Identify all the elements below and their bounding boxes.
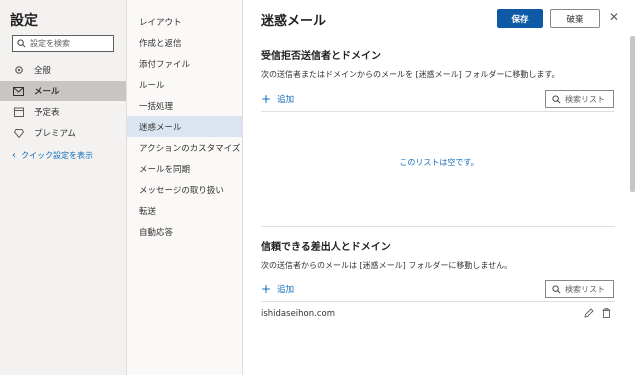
safe-sender-entry: ishidaseihon.com [261,309,335,319]
nav-calendar-label: 予定表 [34,108,60,118]
close-icon[interactable]: ✕ [609,10,619,24]
safe-senders-heading: 信頼できる差出人とドメイン [261,242,391,253]
search-icon [552,94,561,103]
menu-item-rules[interactable]: ルール [127,74,242,95]
quick-settings-label: クイック設定を表示 [21,151,93,160]
safe-add-button[interactable]: + 追加 [261,283,294,295]
divider [261,111,615,112]
settings-pane: 設定 設定を検索 全般 メール 予定表 プレミアム ‹ クイック設定を表示 [0,0,127,375]
nav-premium-label: プレミアム [34,129,76,139]
edit-icon[interactable] [584,307,594,321]
plus-icon: + [261,92,272,106]
safe-search-list[interactable]: 検索リスト [545,280,614,298]
menu-item-label: 添付ファイル [139,59,191,70]
nav-mail[interactable]: メール [0,81,126,101]
menu-item-label: 迷惑メール [139,122,182,133]
divider [261,301,615,302]
blocked-add-button[interactable]: + 追加 [261,93,294,105]
nav-premium[interactable]: プレミアム [0,123,126,143]
diamond-icon [12,128,25,138]
search-icon [552,284,561,293]
mail-settings-menu: レイアウト 作成と返信 添付ファイル ルール 一括処理 迷惑メール アクションの… [127,0,243,375]
menu-item-sweep[interactable]: 一括処理 [127,95,242,116]
mail-icon [12,86,25,96]
menu-item-label: メッセージの取り扱い [139,185,224,196]
blocked-senders-description: 次の送信者またはドメインからのメールを [迷惑メール] フォルダーに移動します。 [261,70,560,79]
menu-item-attachments[interactable]: 添付ファイル [127,53,242,74]
add-label: 追加 [277,285,295,295]
quick-settings-link[interactable]: ‹ クイック設定を表示 [12,150,93,161]
menu-item-label: 自動応答 [139,227,174,238]
nav-mail-label: メール [34,87,60,97]
delete-icon[interactable] [602,307,611,321]
search-list-label: 検索リスト [565,284,605,294]
blocked-senders-heading: 受信拒否送信者とドメイン [261,51,381,62]
save-button[interactable]: 保存 [497,9,543,28]
menu-item-label: レイアウト [139,17,182,28]
calendar-icon [12,107,25,117]
menu-item-message-handling[interactable]: メッセージの取り扱い [127,179,242,200]
settings-title: 設定 [10,13,38,29]
scrollbar[interactable] [630,36,635,192]
divider [261,226,615,227]
search-placeholder: 設定を検索 [30,39,70,48]
nav-general[interactable]: 全般 [0,60,126,80]
menu-item-label: 転送 [139,206,157,217]
gear-icon [12,65,25,75]
discard-button[interactable]: 破棄 [550,9,600,28]
menu-item-label: メールを同期 [139,164,191,175]
list-item: ishidaseihon.com [261,307,615,321]
menu-item-label: 一括処理 [139,101,174,112]
nav-calendar[interactable]: 予定表 [0,102,126,122]
menu-item-layout[interactable]: レイアウト [127,11,242,32]
menu-item-forwarding[interactable]: 転送 [127,200,242,221]
menu-item-junk[interactable]: 迷惑メール [127,116,242,137]
page-title: 迷惑メール [261,14,327,29]
menu-item-label: 作成と返信 [139,38,182,49]
search-list-label: 検索リスト [565,94,605,104]
plus-icon: + [261,282,272,296]
settings-search-input[interactable]: 設定を検索 [12,35,114,52]
add-label: 追加 [277,95,295,105]
search-icon [17,39,26,48]
menu-item-compose[interactable]: 作成と返信 [127,32,242,53]
blocked-search-list[interactable]: 検索リスト [545,90,614,108]
safe-senders-description: 次の送信者からのメールは [迷惑メール] フォルダーに移動しません。 [261,261,513,270]
menu-item-label: ルール [139,80,165,91]
menu-item-label: アクションのカスタマイズ [139,143,241,154]
menu-item-auto-reply[interactable]: 自動応答 [127,221,242,242]
chevron-left-icon: ‹ [12,150,16,161]
empty-list-message: このリストは空です。 [399,158,479,167]
menu-item-customize-actions[interactable]: アクションのカスタマイズ [127,137,242,158]
menu-item-sync[interactable]: メールを同期 [127,158,242,179]
nav-general-label: 全般 [34,66,52,76]
junk-mail-panel: 迷惑メール 保存 破棄 ✕ 受信拒否送信者とドメイン 次の送信者またはドメインか… [243,0,640,375]
